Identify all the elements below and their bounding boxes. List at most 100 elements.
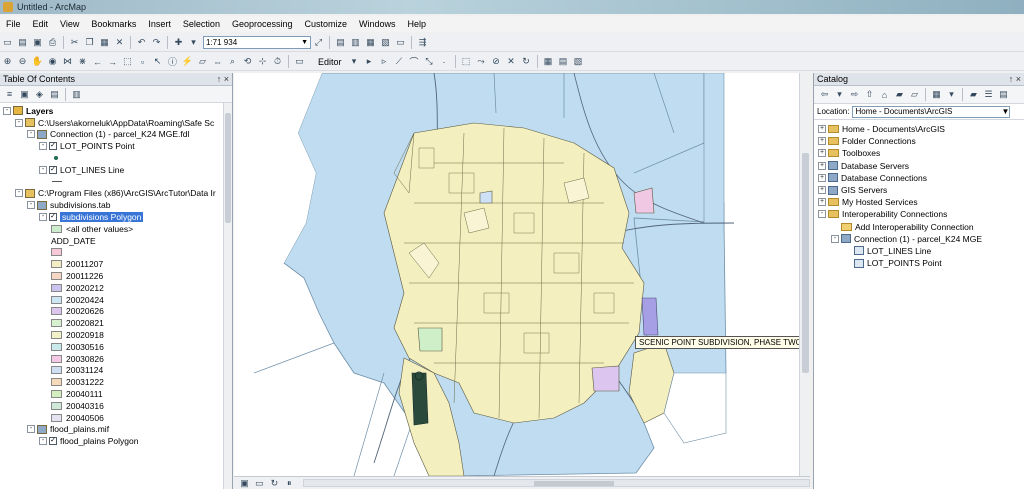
catalog-item[interactable]: + Database Servers [818,160,1024,172]
clear-selection-icon[interactable]: ▫ [136,55,149,68]
collapse-icon[interactable]: - [15,189,23,198]
views-icon[interactable]: ▦ [930,88,943,101]
toc-row[interactable]: - subdivisions.tab [0,199,232,211]
catalog-item[interactable]: + Toolboxes [818,147,1024,159]
zoom-in-icon[interactable]: ⊕ [1,55,14,68]
fixed-zoom-out-icon[interactable]: ⋇ [76,55,89,68]
collapse-icon[interactable]: - [818,210,826,219]
expand-icon[interactable]: + [818,198,826,207]
catalog-item[interactable]: + Folder Connections [818,135,1024,147]
list-by-source-icon[interactable]: ▣ [18,88,31,101]
menu-view[interactable]: View [54,19,85,29]
catalog-item[interactable]: LOT_POINTS Point [818,257,1024,269]
catalog-item[interactable]: Add Interoperability Connection [818,221,1024,233]
expand-icon[interactable]: + [818,149,826,158]
toc-row[interactable]: - Connection (1) - parcel_K24 MGE.fdl [0,129,232,141]
scale-selector[interactable]: 1:71 934 ▼ [203,36,311,49]
collapse-icon[interactable]: - [39,437,47,446]
back-extent-icon[interactable]: ← [91,55,104,68]
layer-visibility-checkbox[interactable]: ✓ [49,142,57,151]
layer-visibility-checkbox[interactable]: ✓ [49,213,57,222]
expand-icon[interactable]: + [818,173,826,182]
menu-bookmarks[interactable]: Bookmarks [85,19,142,29]
undo-icon[interactable]: ↶ [135,36,148,49]
collapse-icon[interactable]: - [39,142,47,151]
catalog-item[interactable]: + GIS Servers [818,184,1024,196]
toc-row[interactable] [0,176,232,188]
refresh-icon[interactable]: ↻ [268,477,281,489]
menu-geoprocessing[interactable]: Geoprocessing [226,19,299,29]
scrollbar-thumb[interactable] [533,481,614,486]
hyperlink-icon[interactable]: ⚡ [181,55,194,68]
zoom-out-icon[interactable]: ⊖ [16,55,29,68]
toc-row[interactable]: 20031124 [0,365,232,377]
find-icon[interactable]: ⌕ [226,55,239,68]
open-icon[interactable]: ▤ [16,36,29,49]
expand-icon[interactable]: + [818,161,826,170]
collapse-icon[interactable]: - [27,130,35,139]
toc-row[interactable]: - C:\Program Files (x86)\ArcGIS\ArcTutor\… [0,188,232,200]
toc-row[interactable]: 20040506 [0,412,232,424]
collapse-icon[interactable]: - [39,165,47,174]
toc-row[interactable]: 20020626 [0,306,232,318]
toc-row[interactable]: 20011207 [0,258,232,270]
delete-icon[interactable]: ✕ [113,36,126,49]
identify-icon[interactable]: ⓘ [166,55,179,68]
chevron-down-icon[interactable]: ▾ [348,55,361,68]
list-by-visibility-icon[interactable]: ◈ [33,88,46,101]
arctoolbox-icon[interactable]: ▧ [379,36,392,49]
collapse-icon[interactable]: - [3,106,11,115]
menu-edit[interactable]: Edit [27,19,55,29]
catalog-item[interactable]: - Connection (1) - parcel_K24 MGE [818,233,1024,245]
layer-visibility-checkbox[interactable]: ✓ [49,437,57,446]
time-slider-icon[interactable]: ⏱ [271,55,284,68]
pause-drawing-icon[interactable]: ⏸ [283,477,296,489]
menu-selection[interactable]: Selection [177,19,226,29]
layout-view-icon[interactable]: ▭ [253,477,266,489]
toc-row[interactable]: 20040111 [0,388,232,400]
search-window-icon[interactable]: ▦ [364,36,377,49]
expand-icon[interactable]: + [818,186,826,195]
toc-row[interactable] [0,152,232,164]
html-popup-icon[interactable]: ▱ [196,55,209,68]
new-folder-icon[interactable]: ▰ [967,88,980,101]
toc-row[interactable]: - C:\Users\akorneluk\AppData\Roaming\Safe… [0,117,232,129]
map-view[interactable]: SCENIC POINT SUBDIVISION, PHASE TWO [234,73,810,476]
disconnect-folder-icon[interactable]: ▱ [908,88,921,101]
toc-row[interactable]: ADD_DATE [0,235,232,247]
toggle-contents-icon[interactable]: ☰ [982,88,995,101]
chevron-down-icon[interactable]: ▾ [833,88,846,101]
paste-icon[interactable]: ▦ [98,36,111,49]
toc-row[interactable]: 20030516 [0,341,232,353]
toc-row[interactable]: - Layers [0,105,232,117]
editor-toolbar-icon[interactable]: ⤢ [312,36,325,49]
collapse-icon[interactable]: - [39,213,47,222]
catalog-item[interactable]: - Interoperability Connections [818,208,1024,220]
toc-row[interactable]: 20020212 [0,282,232,294]
catalog-item[interactable]: + Database Connections [818,172,1024,184]
full-extent-icon[interactable]: ◉ [46,55,59,68]
list-by-selection-icon[interactable]: ▤ [48,88,61,101]
scrollbar-thumb[interactable] [225,113,231,223]
chevron-down-icon[interactable]: ▾ [945,88,958,101]
toc-row[interactable]: 20031222 [0,376,232,388]
data-view-icon[interactable]: ▣ [238,477,251,489]
cut-icon[interactable]: ✂ [68,36,81,49]
menu-file[interactable]: File [0,19,27,29]
list-by-drawing-order-icon[interactable]: ≡ [3,88,16,101]
toc-row[interactable] [0,247,232,259]
find-route-icon[interactable]: ⟲ [241,55,254,68]
toc-row[interactable]: - flood_plains.mif [0,424,232,436]
redo-icon[interactable]: ↷ [150,36,163,49]
toc-row[interactable]: 20020918 [0,329,232,341]
map-vertical-scrollbar[interactable] [799,73,810,476]
toc-row[interactable]: <all other values> [0,223,232,235]
toc-scrollbar[interactable] [223,103,232,489]
select-elements-icon[interactable]: ↖ [151,55,164,68]
catalog-item[interactable]: LOT_LINES Line [818,245,1024,257]
scrollbar-thumb[interactable] [802,153,809,373]
add-data-icon[interactable]: ✚ [172,36,185,49]
home-icon[interactable]: ⌂ [878,88,891,101]
up-one-level-icon[interactable]: ⇧ [863,88,876,101]
connect-folder-icon[interactable]: ▰ [893,88,906,101]
